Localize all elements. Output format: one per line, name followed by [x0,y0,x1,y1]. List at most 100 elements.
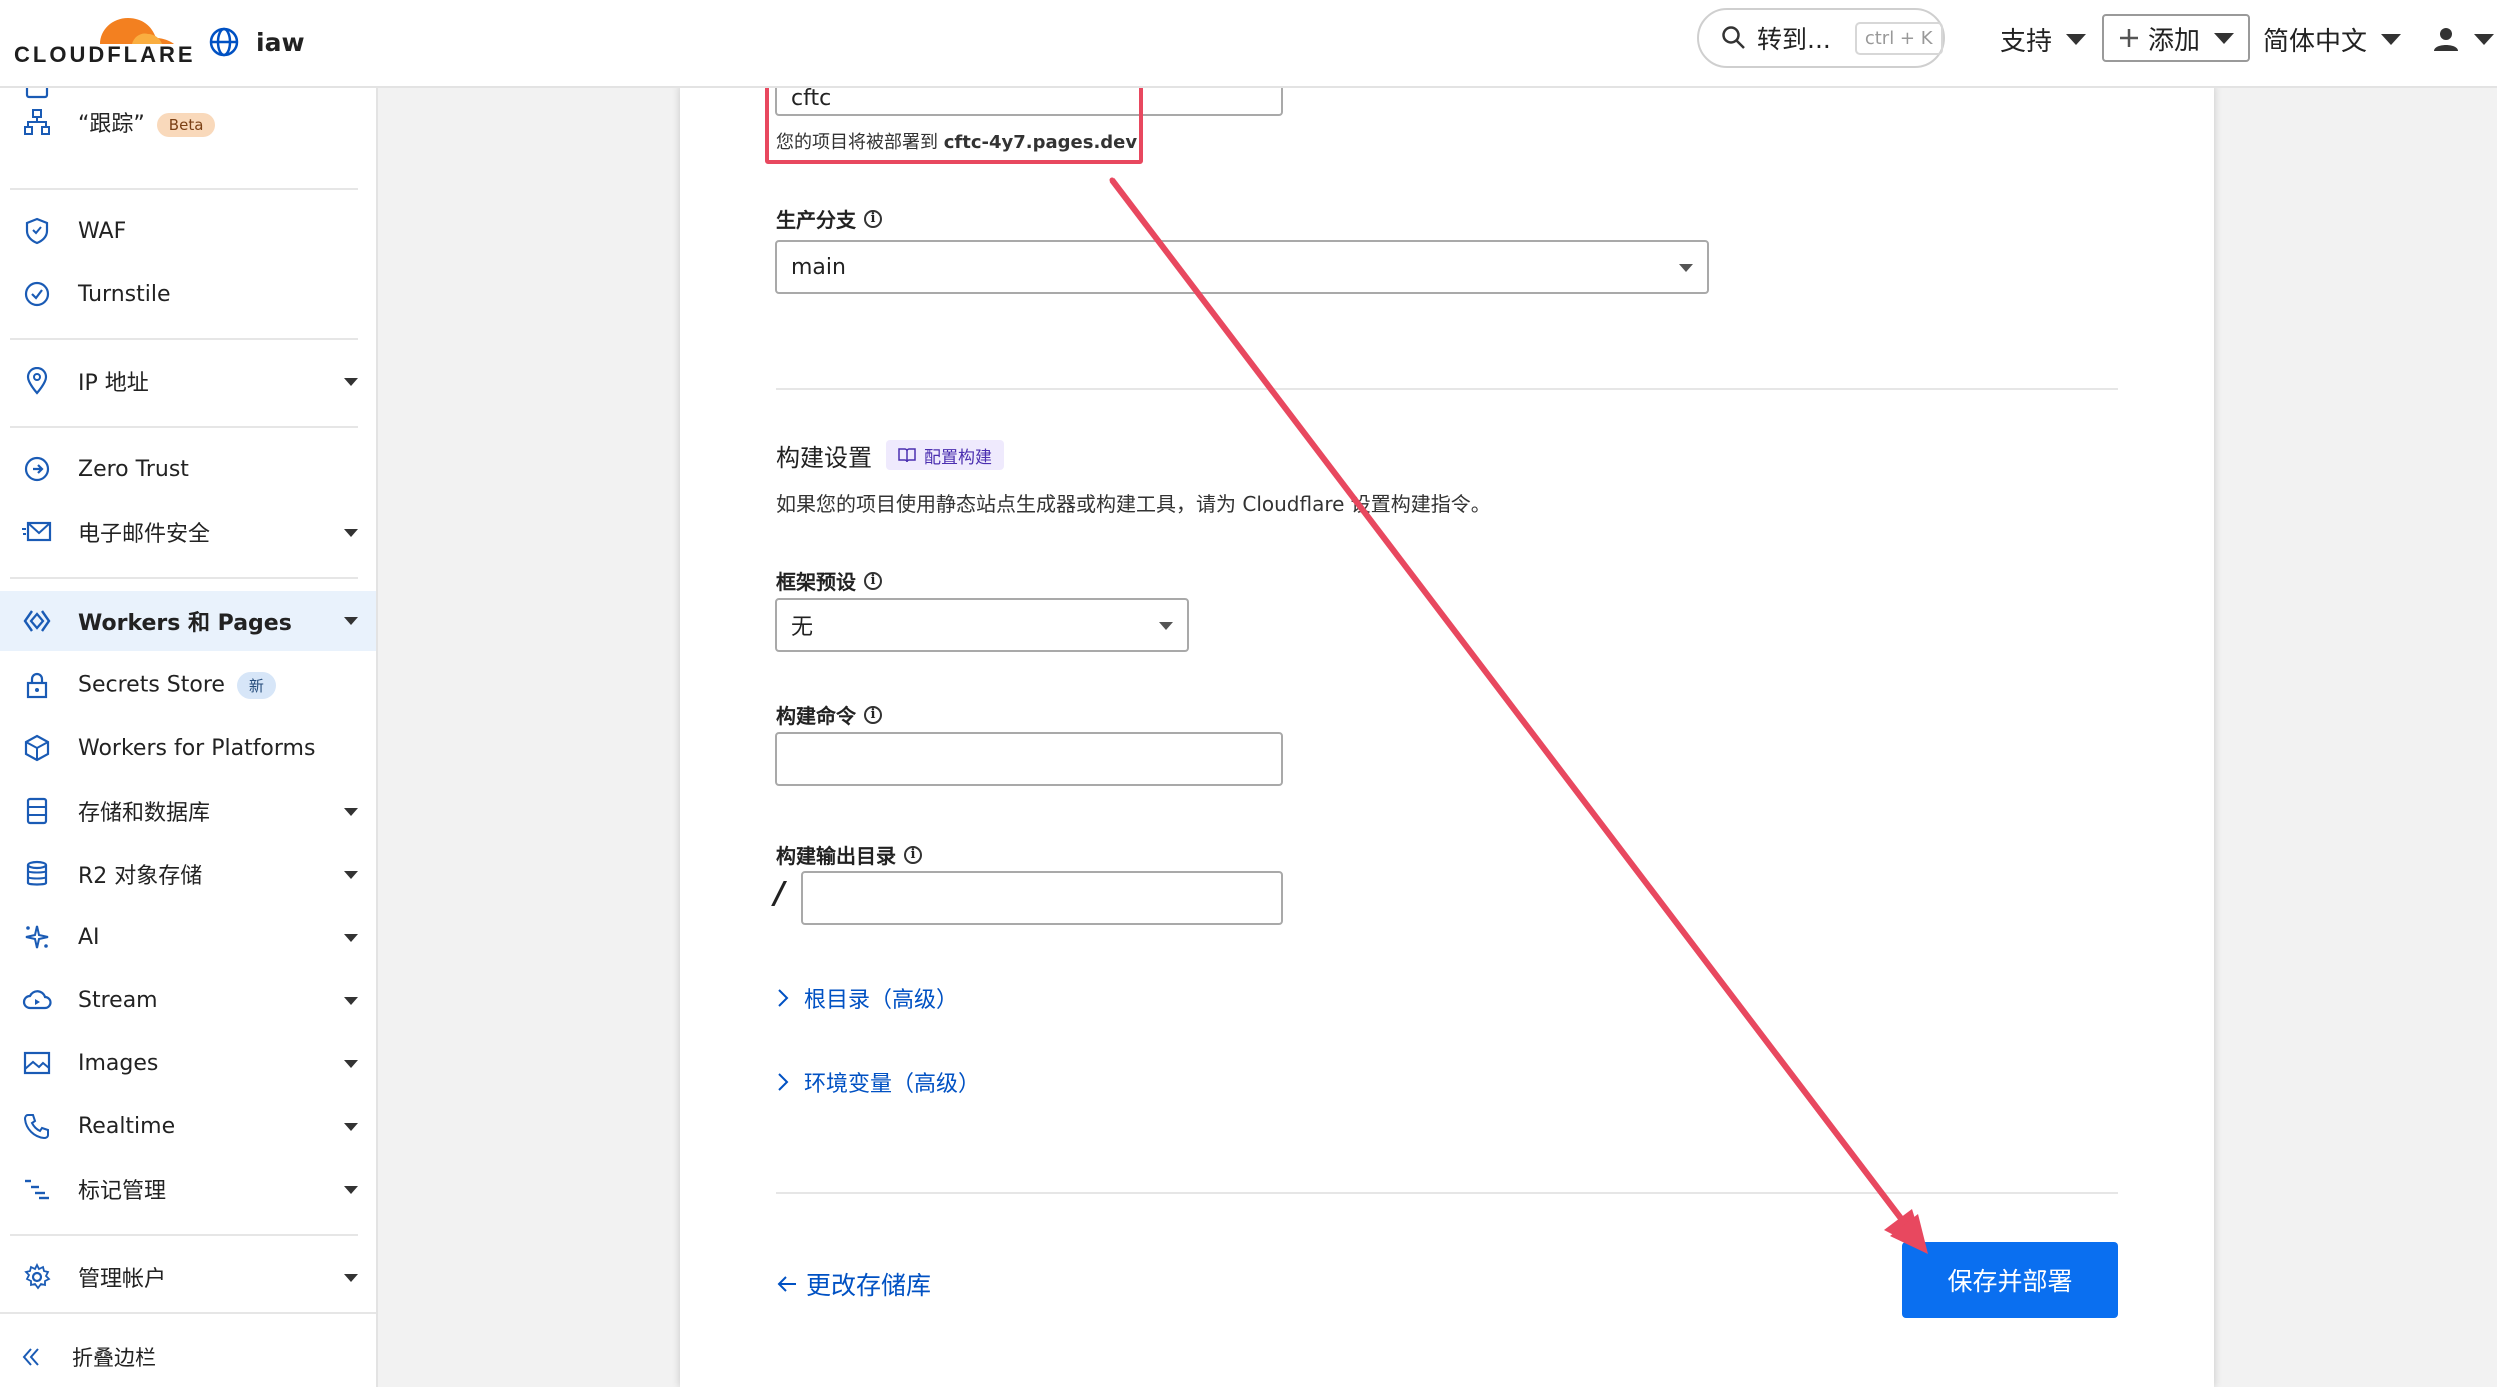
location-pin-icon [22,366,52,396]
sidebar-item-waf[interactable]: WAF [0,202,376,260]
sidebar-item-email-security[interactable]: 电子邮件安全 [0,503,376,561]
sidebar-item-label: Turnstile [78,281,171,307]
cloud-play-icon [22,985,52,1015]
cloudflare-logo[interactable]: CLOUDFLARE [0,0,193,80]
save-and-deploy-label: 保存并部署 [1947,1267,2073,1296]
tag-list-icon [22,1174,52,1204]
add-label: 添加 [2148,25,2201,56]
chevron-right-icon [778,1073,789,1091]
database-icon [22,796,52,826]
output-dir-prefix: / [774,876,785,911]
user-icon [2434,28,2458,51]
mail-icon [22,517,52,547]
env-vars-toggle[interactable]: 环境变量（高级） [776,1066,980,1098]
chevron-down-icon [344,378,358,386]
info-icon[interactable]: i [864,571,882,590]
book-icon [898,448,916,463]
sidebar-item-label: Secrets Store [78,672,225,697]
divider [776,1192,2118,1194]
search-icon [1722,26,1745,49]
chevron-down-icon [2214,32,2235,44]
sidebar-item-stream[interactable]: Stream [0,971,376,1029]
goto-label: 转到... [1757,25,1831,54]
sidebar-item-workers-platforms[interactable]: Workers for Platforms [0,719,376,777]
framework-label: 框架预设 [776,570,856,594]
collapse-sidebar-label: 折叠边栏 [72,1346,156,1370]
sidebar-item-label: 存储和数据库 [78,801,211,826]
info-icon[interactable]: i [864,705,882,724]
turnstile-icon [22,279,52,309]
divider [10,338,358,340]
sidebar-item-r2[interactable]: R2 对象存储 [0,845,376,903]
language-menu[interactable]: 简体中文 [2263,14,2402,64]
info-icon[interactable]: i [864,209,882,228]
zero-trust-icon [22,454,52,484]
chevron-down-icon [344,1123,358,1131]
configure-build-label: 配置构建 [924,447,992,468]
goto-search[interactable]: 转到... ctrl + K [1697,8,1945,68]
sidebar: “跟踪” Beta WAF Turnstile IP 地址 Zero Trust … [0,86,378,1387]
support-label: 支持 [2000,26,2053,57]
output-dir-label-row: 构建输出目录 i [776,840,922,869]
divider [776,388,2118,390]
chevron-down-icon [344,1060,358,1068]
phone-icon [22,1111,52,1141]
branch-label: 生产分支 [776,208,856,232]
gear-icon [22,1262,52,1292]
sidebar-item-label: R2 对象存储 [78,864,203,889]
save-and-deploy-button[interactable]: 保存并部署 [1902,1242,2118,1318]
plus-icon [2120,29,2138,47]
output-dir-input[interactable] [801,871,1283,925]
chevron-down-icon [344,808,358,816]
new-badge: 新 [236,671,276,699]
sidebar-item-label: Images [78,1050,159,1076]
collapse-sidebar-button[interactable]: 折叠边栏 [0,1328,376,1386]
sidebar-item-ai[interactable]: AI [0,908,376,966]
sidebar-item-label: AI [78,924,100,950]
support-menu[interactable]: 支持 [2000,14,2087,64]
build-command-label: 构建命令 [776,704,856,728]
image-icon [22,1048,52,1078]
build-command-input[interactable] [775,732,1283,786]
sidebar-item-ip[interactable]: IP 地址 [0,352,376,410]
build-settings-title: 构建设置 [776,444,872,472]
info-icon[interactable]: i [904,845,922,864]
framework-select[interactable]: 无 [775,598,1189,652]
sidebar-item-workers-pages[interactable]: Workers 和 Pages [0,591,376,651]
shield-icon [22,216,52,246]
build-command-label-row: 构建命令 i [776,700,882,729]
sidebar-item-turnstile[interactable]: Turnstile [0,265,376,323]
env-vars-label: 环境变量（高级） [804,1072,981,1097]
chevron-down-icon [344,997,358,1005]
chevron-down-icon [344,871,358,879]
sidebar-item-storage[interactable]: 存储和数据库 [0,782,376,840]
sidebar-item-manage-account[interactable]: 管理帐户 [0,1248,376,1306]
root-dir-toggle[interactable]: 根目录（高级） [776,982,958,1014]
chevron-down-icon [344,1186,358,1194]
configure-build-link[interactable]: 配置构建 [886,440,1004,470]
sidebar-item-label: Stream [78,987,158,1013]
divider [0,1312,376,1314]
cube-icon [22,733,52,763]
account-switcher[interactable]: iaw [208,22,305,62]
branch-select[interactable]: main [775,240,1709,294]
sidebar-item-label: 管理帐户 [78,1267,167,1292]
user-menu[interactable] [2432,14,2494,64]
sidebar-item-realtime[interactable]: Realtime [0,1097,376,1155]
arrow-left-icon [777,1276,796,1292]
sidebar-item-label: 电子邮件安全 [78,522,211,547]
brand-wordmark: CLOUDFLARE [14,42,196,67]
globe-icon [209,27,239,57]
lock-icon [22,670,52,700]
add-button[interactable]: 添加 [2102,14,2251,62]
sidebar-item-trace[interactable]: “跟踪” Beta [0,93,376,151]
chevron-down-icon [2066,33,2087,45]
sidebar-item-secrets-store[interactable]: Secrets Store 新 [0,656,376,714]
change-repo-link[interactable]: 更改存储库 [776,1266,931,1302]
account-name: iaw [256,27,305,57]
sidebar-item-label: Realtime [78,1113,176,1139]
sidebar-item-tag-management[interactable]: 标记管理 [0,1160,376,1218]
sidebar-item-zero-trust[interactable]: Zero Trust [0,440,376,498]
sidebar-item-images[interactable]: Images [0,1034,376,1092]
language-label: 简体中文 [2263,26,2368,57]
